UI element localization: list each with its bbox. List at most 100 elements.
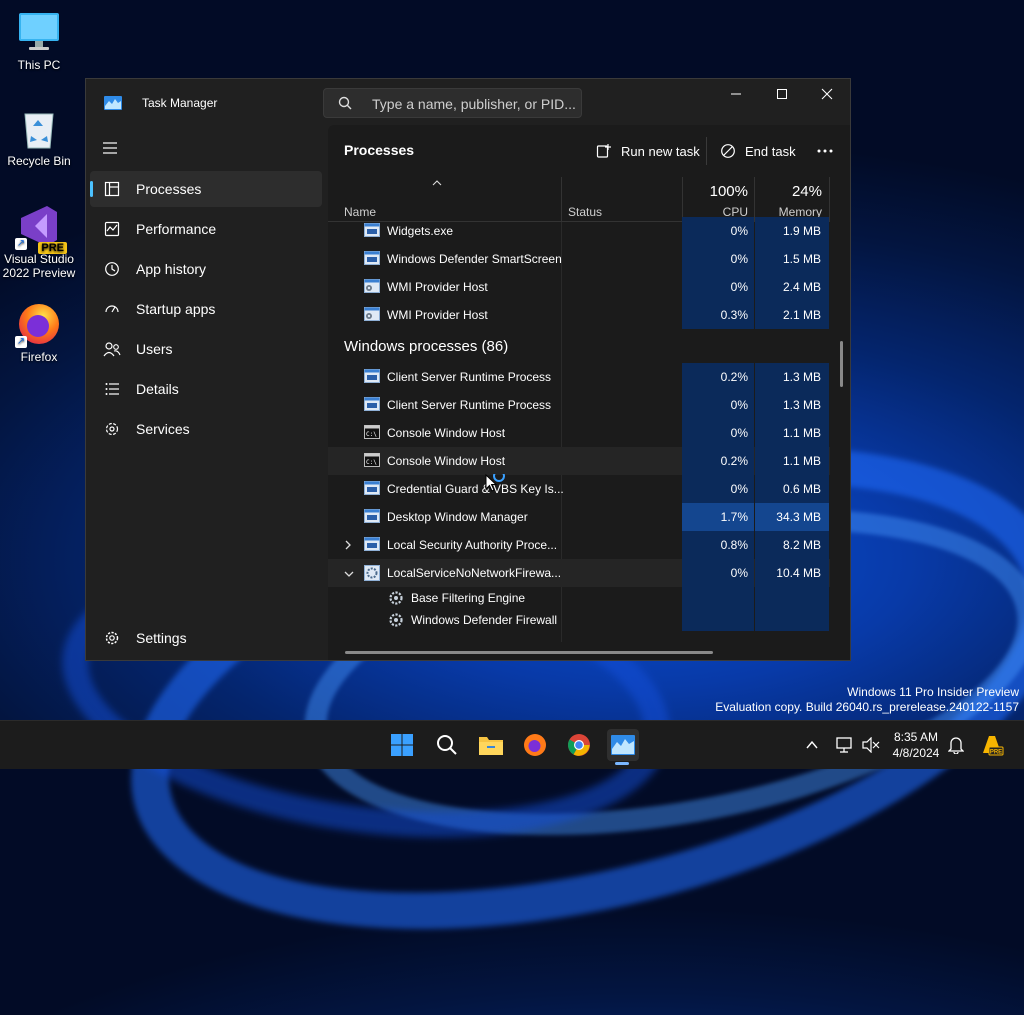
sidebar-item-users[interactable]: Users bbox=[90, 331, 322, 367]
sidebar-item-processes[interactable]: Processes bbox=[90, 171, 322, 207]
process-cpu: 0.2% bbox=[682, 363, 754, 391]
desktop-icon-label: Recycle Bin bbox=[7, 154, 71, 168]
process-row[interactable]: Windows Defender SmartScreen 0% 1.5 MB bbox=[328, 245, 830, 273]
toolbar-separator bbox=[706, 137, 707, 165]
services-icon bbox=[102, 419, 122, 439]
search-button[interactable] bbox=[431, 729, 463, 761]
process-name: Local Security Authority Proce... bbox=[387, 538, 558, 552]
page-title: Processes bbox=[344, 142, 415, 158]
process-row[interactable]: WMI Provider Host 0% 2.4 MB bbox=[328, 273, 830, 301]
more-options-button[interactable] bbox=[817, 137, 842, 165]
process-name: LocalServiceNoNetworkFirewa... bbox=[387, 566, 562, 580]
group-header-windows-processes[interactable]: Windows processes (86) bbox=[344, 338, 508, 355]
taskbar: 8:35 AM 4/8/2024 PRE bbox=[0, 720, 1024, 769]
process-memory: 1.3 MB bbox=[755, 363, 829, 391]
process-name: Credential Guard & VBS Key Is... bbox=[387, 482, 564, 496]
horizontal-scrollbar[interactable] bbox=[345, 651, 713, 654]
sidebar-item-startup-apps[interactable]: Startup apps bbox=[90, 291, 322, 327]
bell-icon bbox=[948, 737, 964, 754]
process-memory: 1.9 MB bbox=[755, 217, 829, 245]
process-cpu: 0% bbox=[682, 475, 754, 503]
more-icon bbox=[817, 149, 833, 153]
process-name: Widgets.exe bbox=[387, 224, 454, 238]
sidebar-item-label: Performance bbox=[136, 221, 217, 237]
desktop-icon-visual-studio[interactable]: PRE ↗ Visual Studio 2022 Preview bbox=[1, 204, 77, 280]
process-icon: C:\ bbox=[364, 425, 380, 439]
copilot-preview-button[interactable]: PRE bbox=[976, 729, 1008, 761]
process-row[interactable]: C:\ Console Window Host 0.2% 1.1 MB bbox=[328, 447, 830, 475]
process-name: WMI Provider Host bbox=[387, 280, 488, 294]
process-name: Console Window Host bbox=[387, 426, 506, 440]
process-name: Client Server Runtime Process bbox=[387, 398, 552, 412]
process-icon bbox=[364, 481, 380, 495]
hamburger-icon bbox=[103, 142, 117, 154]
search-icon bbox=[338, 96, 352, 115]
clock-time: 8:35 AM bbox=[893, 730, 939, 744]
clock[interactable]: 8:35 AM 4/8/2024 bbox=[886, 729, 946, 761]
hamburger-menu-button[interactable] bbox=[102, 141, 118, 160]
process-memory: 1.1 MB bbox=[755, 447, 829, 475]
end-task-button[interactable]: End task bbox=[720, 137, 796, 165]
recycle-bin-icon bbox=[17, 106, 61, 150]
column-separator bbox=[829, 177, 830, 221]
process-row[interactable]: LocalServiceNoNetworkFirewa... 0% 10.4 MB bbox=[328, 559, 830, 587]
desktop-icon-recycle-bin[interactable]: Recycle Bin bbox=[1, 106, 77, 168]
process-row[interactable]: Widgets.exe 0% 1.9 MB bbox=[328, 217, 830, 245]
chrome-taskbar-button[interactable] bbox=[563, 729, 595, 761]
memory-total: 24% bbox=[791, 183, 822, 200]
windows-logo-icon bbox=[391, 734, 413, 756]
sidebar-item-services[interactable]: Services bbox=[90, 411, 322, 447]
task-manager-taskbar-button[interactable] bbox=[607, 729, 639, 761]
cpu-cell bbox=[682, 587, 754, 609]
process-row[interactable]: WMI Provider Host 0.3% 2.1 MB bbox=[328, 301, 830, 329]
service-row[interactable]: Base Filtering Engine bbox=[328, 587, 830, 609]
desktop-icon-label: Visual Studio 2022 Preview bbox=[2, 252, 76, 280]
process-cpu: 0.2% bbox=[682, 447, 754, 475]
cpu-total: 100% bbox=[709, 183, 748, 200]
vertical-scrollbar[interactable] bbox=[840, 341, 843, 387]
close-button[interactable] bbox=[804, 79, 850, 109]
chevron-down-icon[interactable] bbox=[344, 567, 354, 581]
performance-icon bbox=[102, 219, 122, 239]
search-input[interactable] bbox=[370, 93, 579, 115]
sidebar-item-performance[interactable]: Performance bbox=[90, 211, 322, 247]
chevron-right-icon[interactable] bbox=[344, 539, 352, 553]
process-row[interactable]: Local Security Authority Proce... 0.8% 8.2… bbox=[328, 531, 830, 559]
process-cpu: 0% bbox=[682, 391, 754, 419]
process-row[interactable]: Client Server Runtime Process 0.2% 1.3 MB bbox=[328, 363, 830, 391]
details-icon bbox=[102, 379, 122, 399]
svg-text:C:\: C:\ bbox=[366, 459, 377, 466]
desktop-icon-this-pc[interactable]: This PC bbox=[1, 10, 77, 72]
firefox-taskbar-button[interactable] bbox=[519, 729, 551, 761]
search-box[interactable] bbox=[323, 88, 582, 118]
sidebar-item-settings[interactable]: Settings bbox=[90, 620, 322, 656]
search-icon bbox=[437, 735, 457, 755]
show-hidden-icons-button[interactable] bbox=[796, 729, 828, 761]
volume-button[interactable] bbox=[855, 729, 887, 761]
svg-text:PRE: PRE bbox=[990, 750, 1002, 756]
process-memory: 2.4 MB bbox=[755, 273, 829, 301]
clock-date: 4/8/2024 bbox=[892, 746, 940, 760]
title-bar[interactable]: Task Manager bbox=[86, 79, 850, 125]
process-row[interactable]: C:\ Console Window Host 0% 1.1 MB bbox=[328, 419, 830, 447]
sidebar: Processes Performance App history Startu… bbox=[86, 125, 326, 660]
process-name: Desktop Window Manager bbox=[387, 510, 528, 524]
sidebar-item-label: Processes bbox=[136, 181, 202, 197]
process-icon bbox=[364, 397, 380, 411]
run-new-task-button[interactable]: Run new task bbox=[596, 137, 700, 165]
sidebar-item-app-history[interactable]: App history bbox=[90, 251, 322, 287]
shortcut-arrow-icon: ↗ bbox=[15, 336, 27, 348]
process-row[interactable]: Desktop Window Manager 1.7% 34.3 MB bbox=[328, 503, 830, 531]
desktop-icon-firefox[interactable]: ↗ Firefox bbox=[1, 302, 77, 364]
network-icon bbox=[836, 737, 852, 753]
process-row[interactable]: Client Server Runtime Process 0% 1.3 MB bbox=[328, 391, 830, 419]
start-button[interactable] bbox=[386, 729, 418, 761]
sidebar-item-details[interactable]: Details bbox=[90, 371, 322, 407]
notifications-button[interactable] bbox=[940, 729, 972, 761]
maximize-button[interactable] bbox=[759, 79, 805, 109]
minimize-button[interactable] bbox=[713, 79, 759, 109]
service-row[interactable]: Windows Defender Firewall bbox=[328, 609, 830, 631]
task-manager-window: Task Manager Processes Performance bbox=[85, 78, 851, 661]
process-row[interactable]: Credential Guard & VBS Key Is... 0% 0.6 MB bbox=[328, 475, 830, 503]
file-explorer-button[interactable] bbox=[475, 729, 507, 761]
